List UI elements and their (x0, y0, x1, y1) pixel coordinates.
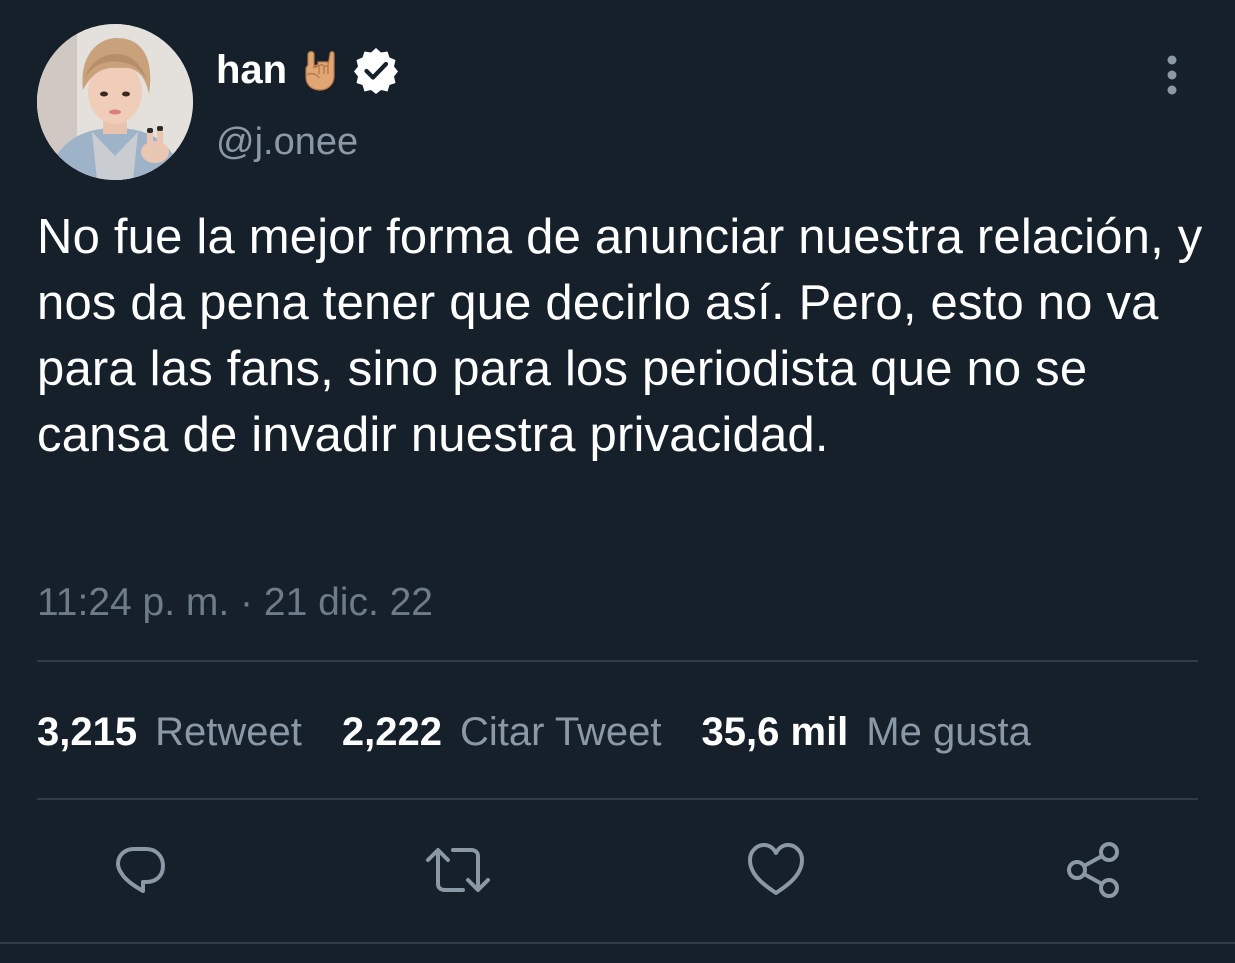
action-bar (0, 835, 1235, 905)
likes-label[interactable]: Me gusta (866, 706, 1031, 758)
reply-button[interactable] (105, 835, 175, 905)
rock-on-hand-icon (305, 51, 335, 91)
likes-count[interactable]: 35,6 mil (702, 706, 849, 758)
retweet-button[interactable] (423, 835, 493, 905)
share-icon (1067, 842, 1119, 898)
quotes-label[interactable]: Citar Tweet (460, 706, 662, 758)
like-icon (748, 843, 804, 895)
tweet-text: No fue la mejor forma de anunciar nuestr… (37, 210, 1203, 462)
avatar[interactable] (37, 24, 193, 180)
retweets-count[interactable]: 3,215 (37, 706, 137, 758)
bottom-divider (0, 942, 1235, 944)
share-button[interactable] (1058, 835, 1128, 905)
retweets-label[interactable]: Retweet (155, 706, 302, 758)
divider-bottom (37, 798, 1198, 800)
display-name[interactable]: han (216, 44, 287, 96)
verified-badge-icon (354, 48, 399, 94)
divider-top (37, 660, 1198, 662)
avatar-image (37, 24, 193, 180)
tweet-detail: han @j.onee No fue la mejor forma de anu… (0, 0, 1235, 963)
more-options-icon[interactable] (1152, 54, 1192, 96)
quotes-count[interactable]: 2,222 (342, 706, 442, 758)
engagement-stats: 3,215 Retweet 2,222 Citar Tweet 35,6 mil… (37, 706, 1031, 758)
like-button[interactable] (741, 835, 811, 905)
tweet-timestamp[interactable]: 11:24 p. m. · 21 dic. 22 (37, 578, 433, 628)
author-name-row[interactable]: han (216, 44, 401, 96)
retweet-icon (426, 848, 490, 892)
author-handle[interactable]: @j.onee (216, 118, 358, 166)
reply-icon (116, 847, 165, 893)
